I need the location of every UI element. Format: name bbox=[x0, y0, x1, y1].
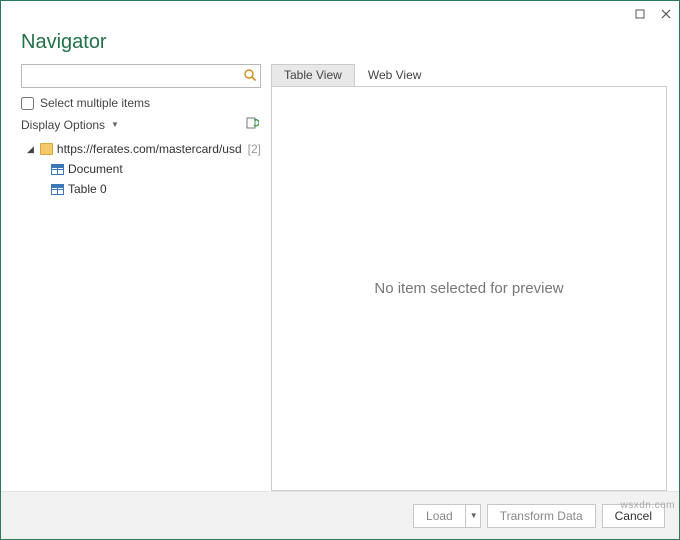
tree-item-label: Document bbox=[68, 162, 123, 176]
table-icon bbox=[51, 164, 64, 175]
table-icon bbox=[51, 184, 64, 195]
tab-label: Web View bbox=[368, 68, 422, 82]
display-options-button[interactable]: Display Options ▼ bbox=[21, 118, 119, 132]
right-pane: Table View Web View No item selected for… bbox=[271, 64, 667, 491]
tab-label: Table View bbox=[284, 68, 342, 82]
load-button[interactable]: Load bbox=[413, 504, 465, 528]
select-multiple-row[interactable]: Select multiple items bbox=[21, 96, 261, 110]
footer: Load ▼ Transform Data Cancel bbox=[1, 491, 679, 539]
watermark: wsxdn.com bbox=[620, 500, 675, 511]
load-dropdown-button[interactable]: ▼ bbox=[465, 504, 481, 528]
tree-root[interactable]: ◢ https://ferates.com/mastercard/usd [2] bbox=[21, 139, 261, 159]
preview-area: No item selected for preview bbox=[271, 86, 667, 491]
tree-item-document[interactable]: Document bbox=[21, 159, 261, 179]
load-button-group: Load ▼ bbox=[413, 504, 481, 528]
maximize-icon bbox=[635, 9, 645, 19]
tabs: Table View Web View bbox=[271, 64, 667, 86]
transform-data-button[interactable]: Transform Data bbox=[487, 504, 596, 528]
content-area: Select multiple items Display Options ▼ bbox=[1, 64, 679, 491]
tree-item-table0[interactable]: Table 0 bbox=[21, 179, 261, 199]
folder-icon bbox=[40, 143, 53, 155]
search-input[interactable] bbox=[21, 64, 261, 88]
maximize-button[interactable] bbox=[633, 7, 647, 21]
refresh-icon bbox=[245, 116, 259, 130]
tree-item-label: Table 0 bbox=[68, 182, 107, 196]
display-options-row: Display Options ▼ bbox=[21, 116, 261, 133]
tab-web-view[interactable]: Web View bbox=[355, 64, 435, 86]
search-row bbox=[21, 64, 261, 88]
tree: ◢ https://ferates.com/mastercard/usd [2]… bbox=[21, 139, 261, 199]
tree-root-count: [2] bbox=[248, 142, 261, 156]
transform-label: Transform Data bbox=[500, 509, 583, 523]
navigator-dialog: Navigator Select multiple items Display … bbox=[0, 0, 680, 540]
display-options-label: Display Options bbox=[21, 118, 105, 132]
select-multiple-label: Select multiple items bbox=[40, 96, 150, 110]
chevron-down-icon: ▼ bbox=[111, 120, 119, 129]
left-pane: Select multiple items Display Options ▼ bbox=[21, 64, 261, 491]
tree-root-label: https://ferates.com/mastercard/usd bbox=[57, 142, 242, 156]
search-icon[interactable] bbox=[243, 68, 257, 87]
refresh-button[interactable] bbox=[245, 116, 259, 133]
titlebar bbox=[1, 1, 679, 27]
close-button[interactable] bbox=[659, 7, 673, 21]
close-icon bbox=[661, 9, 671, 19]
load-label: Load bbox=[426, 509, 453, 523]
tab-table-view[interactable]: Table View bbox=[271, 64, 355, 86]
select-multiple-checkbox[interactable] bbox=[21, 97, 34, 110]
chevron-down-icon: ▼ bbox=[470, 511, 478, 520]
dialog-title: Navigator bbox=[1, 27, 679, 64]
preview-empty-message: No item selected for preview bbox=[374, 280, 563, 297]
expander-icon[interactable]: ◢ bbox=[27, 144, 36, 155]
